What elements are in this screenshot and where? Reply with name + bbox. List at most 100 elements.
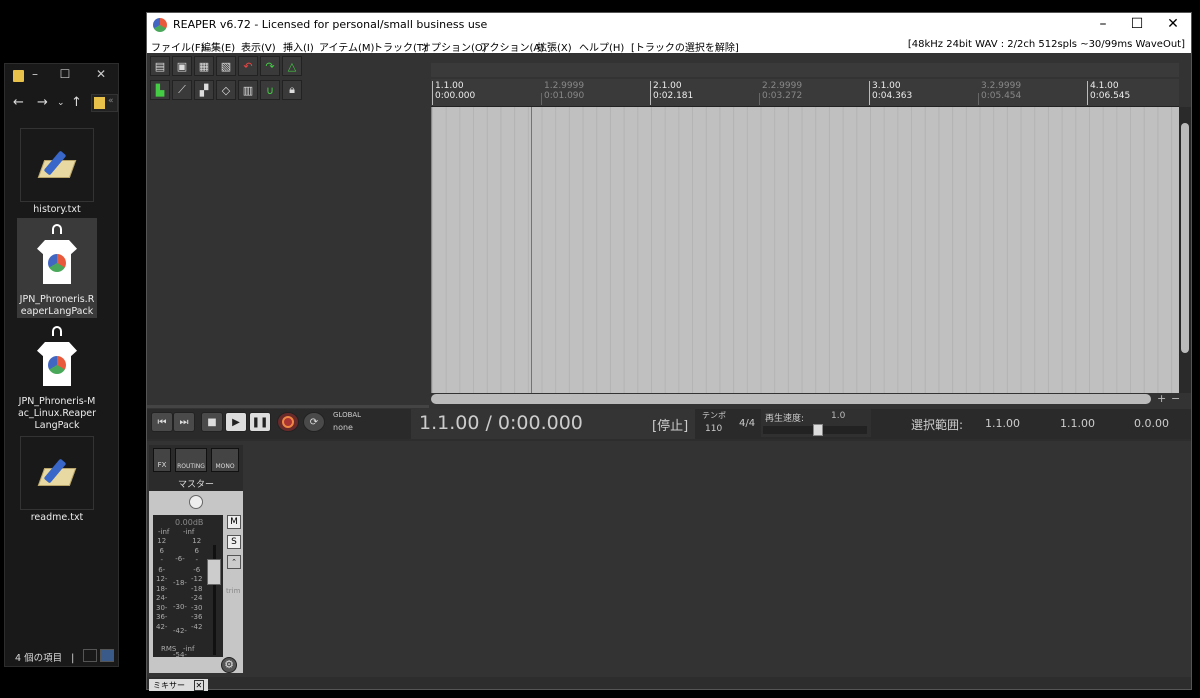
fx-button[interactable]: FX [153, 448, 171, 472]
menu-insert[interactable]: 挿入(I) [283, 39, 314, 54]
pause-button[interactable]: ❚❚ [249, 412, 271, 432]
ruler-marker: 2.1.00 0:02.181 [650, 81, 693, 105]
play-state: [停止] [652, 419, 689, 434]
time-signature[interactable]: 4/4 [739, 418, 755, 429]
scroll-thumb[interactable] [1181, 123, 1189, 353]
chevron-down-icon[interactable]: ⌄ [57, 98, 65, 108]
tempo-label: テンポ [702, 411, 726, 420]
explorer-window: – ☐ ✕ ← → ⌄ ↑ « history.txt JPN_Phroneri… [4, 63, 119, 667]
menu-unselect-tracks[interactable]: [トラックの選択を解除] [631, 39, 739, 54]
save-project-icon[interactable]: ▦ [194, 56, 214, 76]
details-view-icon[interactable] [83, 649, 97, 662]
ripple-icon[interactable]: ⟋ [172, 80, 192, 100]
menu-file[interactable]: ファイル(F) [151, 39, 205, 54]
envelope-icon[interactable]: ◇ [216, 80, 236, 100]
item-grouping-icon[interactable]: ▞ [194, 80, 214, 100]
ruler-marker: 3.2.9999 0:05.454 [978, 81, 1021, 105]
close-icon[interactable]: ✕ [1163, 16, 1183, 32]
position-readout: 1.1.00 / 0:00.000 [419, 412, 583, 434]
solo-button[interactable]: S [227, 535, 241, 549]
metronome-icon[interactable]: △ [282, 56, 302, 76]
tempo-value[interactable]: 110 [705, 424, 722, 434]
zoom-in-icon[interactable]: + [1157, 392, 1166, 405]
minimize-icon[interactable]: – [1093, 16, 1113, 32]
grid-icon[interactable]: ▙ [150, 80, 170, 100]
reaper-titlebar: REAPER v6.72 - Licensed for personal/sma… [147, 13, 1191, 37]
play-button[interactable]: ▶ [225, 412, 247, 432]
large-icons-view-icon[interactable] [100, 649, 114, 662]
timeline-ruler[interactable]: 1.1.00 0:00.000 1.2.9999 0:01.090 2.1.00 0:… [431, 79, 1179, 107]
new-project-icon[interactable]: ▤ [150, 56, 170, 76]
horizontal-scrollbar[interactable] [431, 394, 1151, 404]
back-arrow-icon[interactable]: ← [13, 95, 24, 110]
forward-arrow-icon[interactable]: → [37, 95, 48, 110]
selection-end[interactable]: 1.1.00 [1060, 417, 1095, 430]
file-label: history.txt [33, 204, 81, 215]
up-arrow-icon[interactable]: ↑ [71, 95, 82, 110]
file-item-history[interactable]: history.txt [17, 128, 97, 216]
track-control-panel[interactable] [147, 103, 429, 393]
gear-icon[interactable]: ⚙ [221, 657, 237, 673]
magnet-icon[interactable]: ∪ [260, 80, 280, 100]
region-lane[interactable] [431, 63, 1179, 77]
audio-status[interactable]: [48kHz 24bit WAV : 2/2ch 512spls ~30/99m… [908, 39, 1185, 50]
menu-item[interactable]: アイテム(M) [319, 39, 374, 54]
volume-fader[interactable] [207, 559, 221, 585]
menu-track[interactable]: トラック(T) [373, 39, 427, 54]
undo-icon[interactable]: ↶ [238, 56, 258, 76]
reaper-logo-icon [153, 18, 167, 32]
ruler-marker: 2.2.9999 0:03.272 [759, 81, 802, 105]
envelope-icon[interactable]: ⌃ [227, 555, 241, 569]
selection-length[interactable]: 0.0.00 [1134, 417, 1169, 430]
project-settings-icon[interactable]: ▧ [216, 56, 236, 76]
lock-icon[interactable]: 🔒︎ [282, 80, 302, 100]
slider-handle[interactable] [813, 424, 823, 436]
maximize-icon[interactable]: ☐ [57, 67, 73, 81]
menu-help[interactable]: ヘルプ(H) [579, 39, 624, 54]
menu-options[interactable]: オプション(O) [421, 39, 487, 54]
automation-mode[interactable]: none [333, 423, 353, 432]
window-title: REAPER v6.72 - Licensed for personal/sma… [173, 18, 488, 31]
mixer-tab[interactable]: ミキサー ✕ [149, 679, 209, 691]
global-automation-label[interactable]: GLOBAL [333, 411, 361, 419]
go-to-end-icon[interactable]: ⏭ [173, 412, 195, 432]
ruler-marker: 1.2.9999 0:01.090 [541, 81, 584, 105]
file-label: readme.txt [30, 512, 84, 523]
notepad-icon [20, 128, 94, 202]
address-bar[interactable]: « [91, 94, 118, 112]
maximize-icon[interactable]: ☐ [1127, 16, 1147, 32]
snap-icon[interactable]: ▥ [238, 80, 258, 100]
folder-icon [94, 97, 105, 109]
close-icon[interactable]: ✕ [193, 680, 205, 691]
stop-button[interactable]: ■ [201, 412, 223, 432]
menu-view[interactable]: 表示(V) [241, 39, 276, 54]
menu-actions[interactable]: アクション(A) [480, 39, 544, 54]
arrange-area: ▤ ▣ ▦ ▧ ↶ ↷ △ ▙ ⟋ ▞ ◇ ▥ ∪ 🔒︎ 1.1.00 0:00.… [147, 53, 1191, 409]
menu-extensions[interactable]: 拡張(X) [537, 39, 572, 54]
vertical-scrollbar[interactable] [1179, 107, 1191, 393]
mono-button[interactable]: MONO [211, 448, 239, 472]
mute-button[interactable]: M [227, 515, 241, 529]
arrange-view[interactable] [431, 107, 1179, 393]
menu-edit[interactable]: 編集(E) [201, 39, 235, 54]
pan-knob[interactable] [189, 495, 203, 509]
close-icon[interactable]: ✕ [93, 67, 109, 81]
zoom-out-icon[interactable]: − [1171, 392, 1180, 405]
reaper-window: REAPER v6.72 - Licensed for personal/sma… [146, 12, 1192, 691]
go-to-start-icon[interactable]: ⏮ [151, 412, 173, 432]
file-item-langpack-mac[interactable]: JPN_Phroneris-Mac_Linux.ReaperLangPack [17, 320, 97, 432]
divider [147, 405, 429, 408]
file-item-langpack[interactable]: JPN_Phroneris.ReaperLangPack [17, 218, 97, 318]
repeat-icon[interactable]: ⟳ [303, 412, 325, 432]
open-project-icon[interactable]: ▣ [172, 56, 192, 76]
minimize-icon[interactable]: – [27, 67, 43, 81]
folder-icon [13, 70, 24, 82]
playrate-slider[interactable] [763, 424, 867, 436]
record-button[interactable] [277, 412, 299, 432]
shirt-icon [20, 218, 94, 292]
redo-icon[interactable]: ↷ [260, 56, 280, 76]
selection-start[interactable]: 1.1.00 [985, 417, 1020, 430]
trim-label[interactable]: trim [226, 587, 240, 595]
file-item-readme[interactable]: readme.txt [17, 436, 97, 524]
routing-button[interactable]: ROUTING [175, 448, 207, 472]
